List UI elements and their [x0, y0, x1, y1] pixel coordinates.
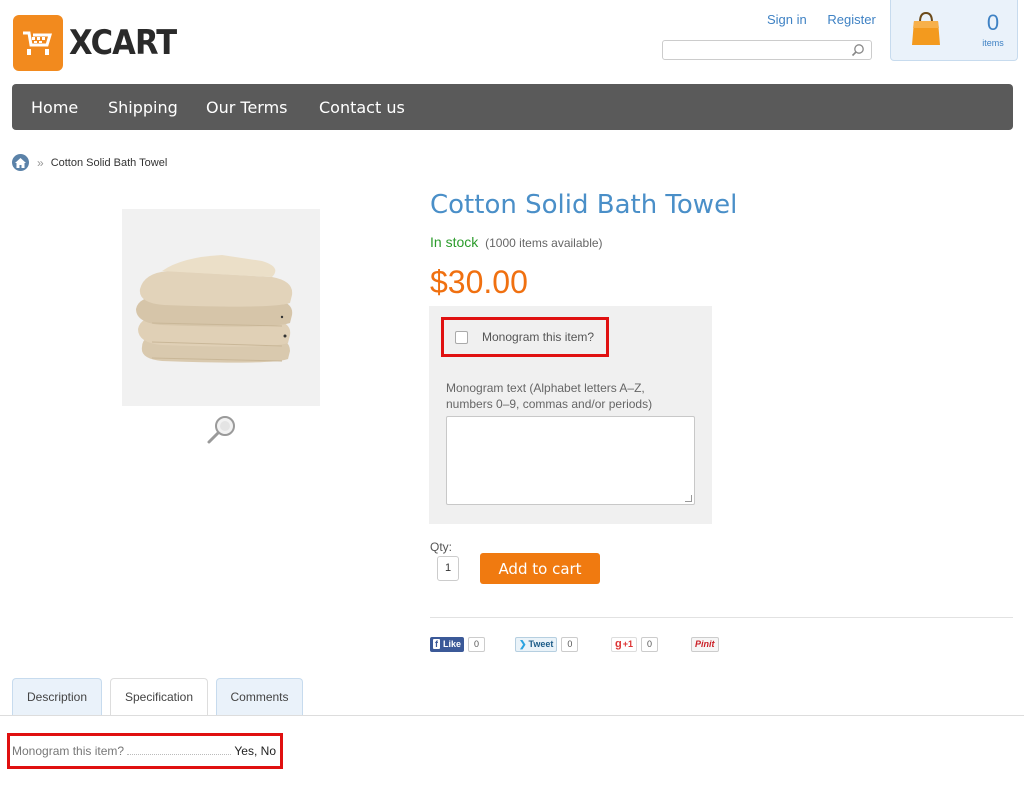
divider: [430, 617, 1013, 618]
nav-item-contact-us[interactable]: Contact us: [319, 98, 405, 117]
spec-attribute-name: Monogram this item?: [12, 744, 125, 758]
folded-towels-image: [122, 209, 320, 406]
gplus-label: +1: [622, 639, 633, 649]
twitter-tweet-button[interactable]: ❯ Tweet: [515, 636, 558, 652]
twitter-tweet-widget[interactable]: ❯ Tweet 0: [515, 636, 579, 652]
spec-dot-leader: [127, 748, 232, 755]
search-input[interactable]: [667, 42, 851, 60]
facebook-like-button[interactable]: f Like: [430, 636, 465, 652]
pinterest-widget[interactable]: Pinit: [691, 636, 719, 652]
twitter-tweet-label: Tweet: [528, 639, 554, 649]
monogram-option[interactable]: Monogram this item?: [441, 317, 609, 357]
nav-item-shipping[interactable]: Shipping: [108, 98, 178, 117]
cart-count-label: items: [982, 38, 1004, 48]
qty-input[interactable]: 1: [437, 556, 459, 581]
search-box: [662, 40, 872, 60]
stock-status-label: In stock: [430, 234, 479, 250]
gplus-widget[interactable]: g +1 0: [611, 636, 659, 652]
stock-availability: (1000 items available): [485, 236, 603, 250]
breadcrumb-current: Cotton Solid Bath Towel: [50, 156, 168, 169]
tab-description[interactable]: Description: [12, 678, 102, 715]
product-title: Cotton Solid Bath Towel: [430, 190, 738, 220]
monogram-checkbox-label[interactable]: Monogram this item?: [482, 330, 594, 344]
account-links: Sign in Register: [767, 12, 893, 27]
nav-item-home[interactable]: Home: [31, 98, 78, 117]
pinterest-pin-button[interactable]: Pinit: [691, 636, 719, 652]
nav-item-our-terms[interactable]: Our Terms: [206, 98, 288, 117]
cart-logo-icon: [13, 15, 63, 71]
product-image[interactable]: [122, 209, 320, 406]
search-icon[interactable]: [851, 43, 865, 62]
tab-comments[interactable]: Comments: [216, 678, 303, 715]
signin-link[interactable]: Sign in: [767, 12, 807, 27]
shopping-bag-icon: [911, 10, 941, 51]
facebook-like-count: 0: [468, 636, 486, 652]
register-link[interactable]: Register: [827, 12, 875, 27]
facebook-icon: f: [433, 639, 440, 649]
spec-attribute-value: Yes, No: [234, 744, 276, 758]
stock-status: In stock (1000 items available): [430, 234, 603, 250]
breadcrumb: » Cotton Solid Bath Towel: [12, 154, 167, 171]
cart-count: 0: [986, 10, 1000, 35]
monogram-text-label: Monogram text (Alphabet letters A–Z, num…: [446, 381, 653, 411]
add-to-cart-button[interactable]: Add to cart: [480, 553, 600, 584]
tabs-divider: [0, 715, 1024, 716]
mini-cart[interactable]: 0 items: [890, 0, 1018, 61]
monogram-text-field[interactable]: [446, 416, 695, 505]
product-tabs: Description Specification Comments: [12, 678, 311, 715]
logo-text: XCART: [69, 23, 177, 63]
twitter-bird-icon: ❯: [519, 638, 527, 649]
zoom-icon[interactable]: [206, 413, 238, 450]
gplus-button[interactable]: g +1: [611, 636, 637, 652]
product-price: $30.00: [430, 264, 528, 300]
main-nav: Home Shipping Our Terms Contact us: [12, 84, 1013, 130]
breadcrumb-separator: »: [37, 155, 44, 170]
facebook-like-widget[interactable]: f Like 0: [430, 636, 486, 652]
qty-label: Qty:: [430, 540, 453, 554]
monogram-checkbox[interactable]: [455, 330, 468, 344]
specification-row: Monogram this item? Yes, No: [7, 733, 283, 769]
tab-specification[interactable]: Specification: [110, 678, 208, 715]
gplus-count: 0: [641, 636, 659, 652]
facebook-like-label: Like: [443, 639, 462, 649]
gplus-icon: g: [615, 638, 622, 650]
twitter-tweet-count: 0: [561, 636, 579, 652]
logo[interactable]: XCART: [13, 15, 188, 71]
home-icon[interactable]: [12, 154, 29, 171]
